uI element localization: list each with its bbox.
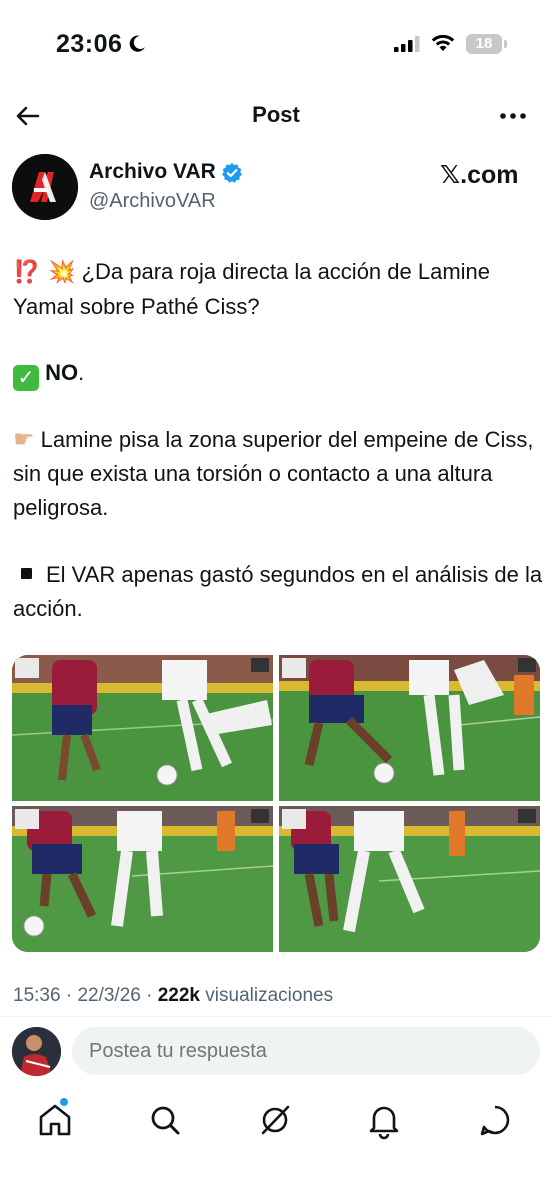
home-notification-dot <box>60 1098 68 1106</box>
tweet-paragraph-question: ⁉️ 💥 ¿Da para roja directa la acción de … <box>13 255 543 324</box>
battery-icon: 18 <box>466 34 502 54</box>
meta-separator: · <box>65 985 73 1006</box>
black-square-emoji <box>21 568 32 579</box>
grok-icon[interactable] <box>255 1100 295 1140</box>
media-image-1[interactable] <box>12 655 273 801</box>
messages-icon[interactable] <box>475 1100 515 1140</box>
divider <box>0 1016 552 1017</box>
moon-icon <box>129 35 145 52</box>
battery-level: 18 <box>475 35 493 52</box>
verified-badge-icon <box>222 163 242 183</box>
post-meta: 15:36 · 22/3/26 · 222k visualizaciones <box>13 985 333 1007</box>
reply-input[interactable] <box>72 1027 540 1075</box>
battery-nub <box>504 40 507 48</box>
tweet-paragraph-var: El VAR apenas gastó segundos en el análi… <box>13 558 543 626</box>
top-nav: Post <box>0 92 552 140</box>
var-note-text: El VAR apenas gastó segundos en el análi… <box>13 562 543 621</box>
author-handle[interactable]: @ArchivoVAR <box>89 190 216 213</box>
home-icon[interactable] <box>35 1100 75 1140</box>
interrobang-explosion-emoji: ⁉️ 💥 <box>13 260 76 285</box>
views-label: visualizaciones <box>205 985 334 1006</box>
status-time: 23:06 <box>56 30 123 58</box>
av-logo <box>12 154 78 220</box>
signal-icon <box>394 36 420 52</box>
tweet-paragraph-answer: ✓ NO. <box>13 356 543 391</box>
media-image-2[interactable] <box>279 655 540 801</box>
user-avatar[interactable] <box>12 1027 61 1076</box>
search-icon[interactable] <box>145 1100 185 1140</box>
views-count[interactable]: 222k <box>158 985 200 1006</box>
notifications-icon[interactable] <box>364 1100 404 1140</box>
page-title: Post <box>252 102 300 127</box>
check-mark-emoji: ✓ <box>13 365 39 391</box>
media-image-4[interactable] <box>279 806 540 952</box>
answer-suffix: . <box>78 360 85 385</box>
answer-text: NO <box>45 360 79 385</box>
media-image-3[interactable] <box>12 806 273 952</box>
pointing-hand-emoji: ☛ <box>13 426 35 453</box>
status-bar: 23:06 18 <box>0 0 552 90</box>
wifi-icon <box>431 34 455 51</box>
question-text: ¿Da para roja directa la acción de Lamin… <box>13 259 491 319</box>
more-icon[interactable] <box>496 100 530 132</box>
bottom-tab-bar <box>0 1092 552 1152</box>
explanation-text: Lamine pisa la zona superior del empeine… <box>13 427 534 520</box>
author-avatar[interactable] <box>12 154 78 220</box>
meta-separator: · <box>146 985 153 1006</box>
author-name[interactable]: Archivo VAR <box>89 160 216 184</box>
media-grid[interactable] <box>12 655 540 952</box>
tweet-paragraph-explanation: ☛ Lamine pisa la zona superior del empei… <box>13 423 543 525</box>
post-time: 15:36 <box>13 985 61 1006</box>
source-label: 𝕏.com <box>440 161 519 189</box>
post-date: 22/3/26 <box>77 985 141 1006</box>
